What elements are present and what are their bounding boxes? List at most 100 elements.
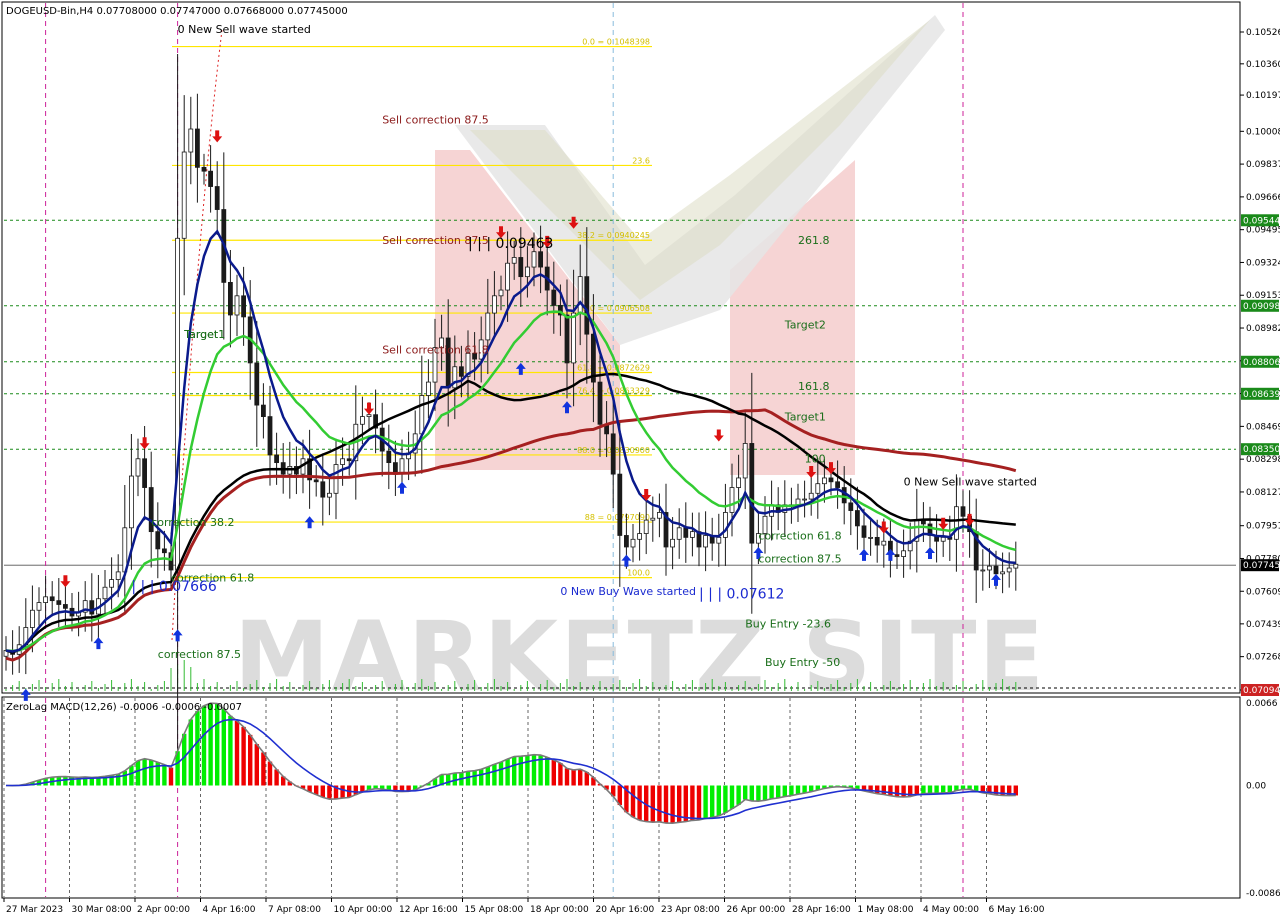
candle-body bbox=[215, 187, 219, 210]
macd-histogram-bar bbox=[202, 706, 206, 786]
macd-histogram-bar bbox=[327, 786, 331, 800]
x-tick-label: 12 Apr 16:00 bbox=[399, 905, 458, 915]
candle-body bbox=[552, 290, 556, 305]
candle-body bbox=[189, 129, 193, 152]
candle-body bbox=[902, 551, 906, 557]
candle-body bbox=[994, 566, 998, 574]
macd-histogram-bar bbox=[763, 786, 767, 801]
macd-histogram-bar bbox=[690, 786, 694, 821]
macd-histogram-bar bbox=[129, 766, 133, 786]
candle-body bbox=[849, 503, 853, 511]
macd-histogram-bar bbox=[479, 769, 483, 785]
y-tick-label: 0.10360 bbox=[1246, 60, 1280, 70]
macd-histogram-bar bbox=[525, 756, 529, 786]
macd-histogram-bar bbox=[321, 786, 325, 798]
candle-body bbox=[987, 566, 991, 570]
candle-body bbox=[202, 167, 206, 171]
candle-body bbox=[37, 603, 41, 611]
time-axis[interactable]: 27 Mar 202330 Mar 08:002 Apr 00:004 Apr … bbox=[4, 898, 1045, 915]
candle-body bbox=[129, 476, 133, 528]
chart-annotation: 161.8 bbox=[798, 380, 830, 393]
macd-histogram-bar bbox=[70, 777, 74, 785]
macd-histogram-bar bbox=[723, 786, 727, 813]
macd-histogram-bar bbox=[796, 786, 800, 795]
chart-annotation: 0 New Sell wave started bbox=[178, 23, 311, 36]
candle-body bbox=[750, 443, 754, 543]
y-tick-label: 0.10008 bbox=[1246, 127, 1280, 137]
candlestick-chart[interactable]: MARKETZ SITE 0.0 = 0.104839823.638.2 = 0… bbox=[0, 0, 1280, 920]
macd-histogram-bar bbox=[472, 771, 476, 786]
candle-body bbox=[954, 507, 958, 540]
macd-histogram-bar bbox=[664, 786, 668, 824]
chart-annotation: correction 87.5 bbox=[158, 648, 241, 661]
macd-histogram-bar bbox=[802, 786, 806, 794]
chart-annotation: 0 New Sell wave started bbox=[904, 476, 1037, 489]
candle-body bbox=[532, 252, 536, 267]
candle-body bbox=[671, 539, 675, 547]
macd-histogram-bar bbox=[446, 774, 450, 785]
candle-body bbox=[242, 296, 246, 317]
fib-level-label: 88 = 0.0797090 bbox=[585, 513, 650, 522]
candle-body bbox=[261, 405, 265, 417]
candle-body bbox=[875, 537, 879, 545]
macd-histogram-bar bbox=[941, 786, 945, 793]
macd-y-label: -0.0086 bbox=[1246, 889, 1280, 899]
macd-histogram-bar bbox=[505, 759, 509, 786]
candle-body bbox=[195, 129, 199, 167]
candle-body bbox=[631, 539, 635, 547]
candle-body bbox=[618, 474, 622, 535]
macd-histogram-bar bbox=[921, 786, 925, 794]
x-tick-label: 10 Apr 00:00 bbox=[334, 905, 393, 915]
price-badge-label: 0.08350 bbox=[1243, 445, 1280, 455]
macd-histogram-bar bbox=[558, 763, 562, 786]
candle-body bbox=[822, 478, 826, 484]
candle-body bbox=[30, 610, 34, 627]
candle-body bbox=[235, 296, 239, 315]
chart-annotation: | | | 0.07666 bbox=[131, 579, 216, 595]
macd-histogram-bar bbox=[888, 786, 892, 796]
macd-histogram-bar bbox=[519, 756, 523, 785]
macd-histogram-bar bbox=[750, 786, 754, 801]
candle-body bbox=[367, 415, 371, 417]
y-tick-label: 0.07439 bbox=[1246, 620, 1280, 630]
candle-body bbox=[327, 493, 331, 497]
candle-body bbox=[717, 537, 721, 543]
candle-body bbox=[321, 482, 325, 497]
macd-y-label: 0.00 bbox=[1246, 782, 1266, 792]
watermark-text: MARKETZ SITE bbox=[234, 601, 1046, 713]
candle-body bbox=[57, 601, 61, 605]
chart-annotation: Sell correction 61.8 bbox=[382, 343, 489, 356]
x-tick-label: 20 Apr 16:00 bbox=[596, 905, 655, 915]
macd-histogram-bar bbox=[532, 755, 536, 786]
x-tick-label: 15 Apr 08:00 bbox=[465, 905, 524, 915]
macd-histogram-bar bbox=[340, 786, 344, 799]
candle-body bbox=[578, 277, 582, 313]
chart-window[interactable]: MARKETZ SITE 0.0 = 0.104839823.638.2 = 0… bbox=[0, 0, 1280, 920]
macd-histogram-bar bbox=[717, 786, 721, 816]
candle-body bbox=[459, 367, 463, 377]
candle-body bbox=[690, 532, 694, 538]
candle-body bbox=[657, 512, 661, 518]
macd-histogram-bar bbox=[492, 764, 496, 785]
candle-body bbox=[539, 252, 543, 267]
price-axis[interactable]: 0.105260.103600.101970.100080.098370.096… bbox=[1240, 28, 1280, 696]
candle-body bbox=[63, 604, 67, 608]
candle-body bbox=[492, 296, 496, 313]
macd-histogram-bar bbox=[149, 760, 153, 785]
macd-histogram-bar bbox=[241, 727, 245, 786]
macd-histogram-bar bbox=[783, 786, 787, 797]
candle-body bbox=[255, 363, 259, 405]
price-badge-label: 0.09098 bbox=[1243, 302, 1280, 312]
x-tick-label: 1 May 08:00 bbox=[858, 905, 914, 915]
macd-histogram-bar bbox=[255, 744, 259, 785]
chart-annotation: 261.8 bbox=[798, 234, 830, 247]
candle-body bbox=[1014, 564, 1018, 568]
candle-body bbox=[420, 396, 424, 434]
y-tick-label: 0.08469 bbox=[1246, 422, 1280, 432]
x-tick-label: 4 Apr 16:00 bbox=[203, 905, 256, 915]
macd-histogram-bar bbox=[934, 786, 938, 794]
chart-annotation: 100 bbox=[805, 453, 826, 466]
macd-histogram-bar bbox=[228, 716, 232, 786]
fib-level-label: 100.0 bbox=[627, 569, 650, 578]
candle-body bbox=[829, 478, 833, 482]
